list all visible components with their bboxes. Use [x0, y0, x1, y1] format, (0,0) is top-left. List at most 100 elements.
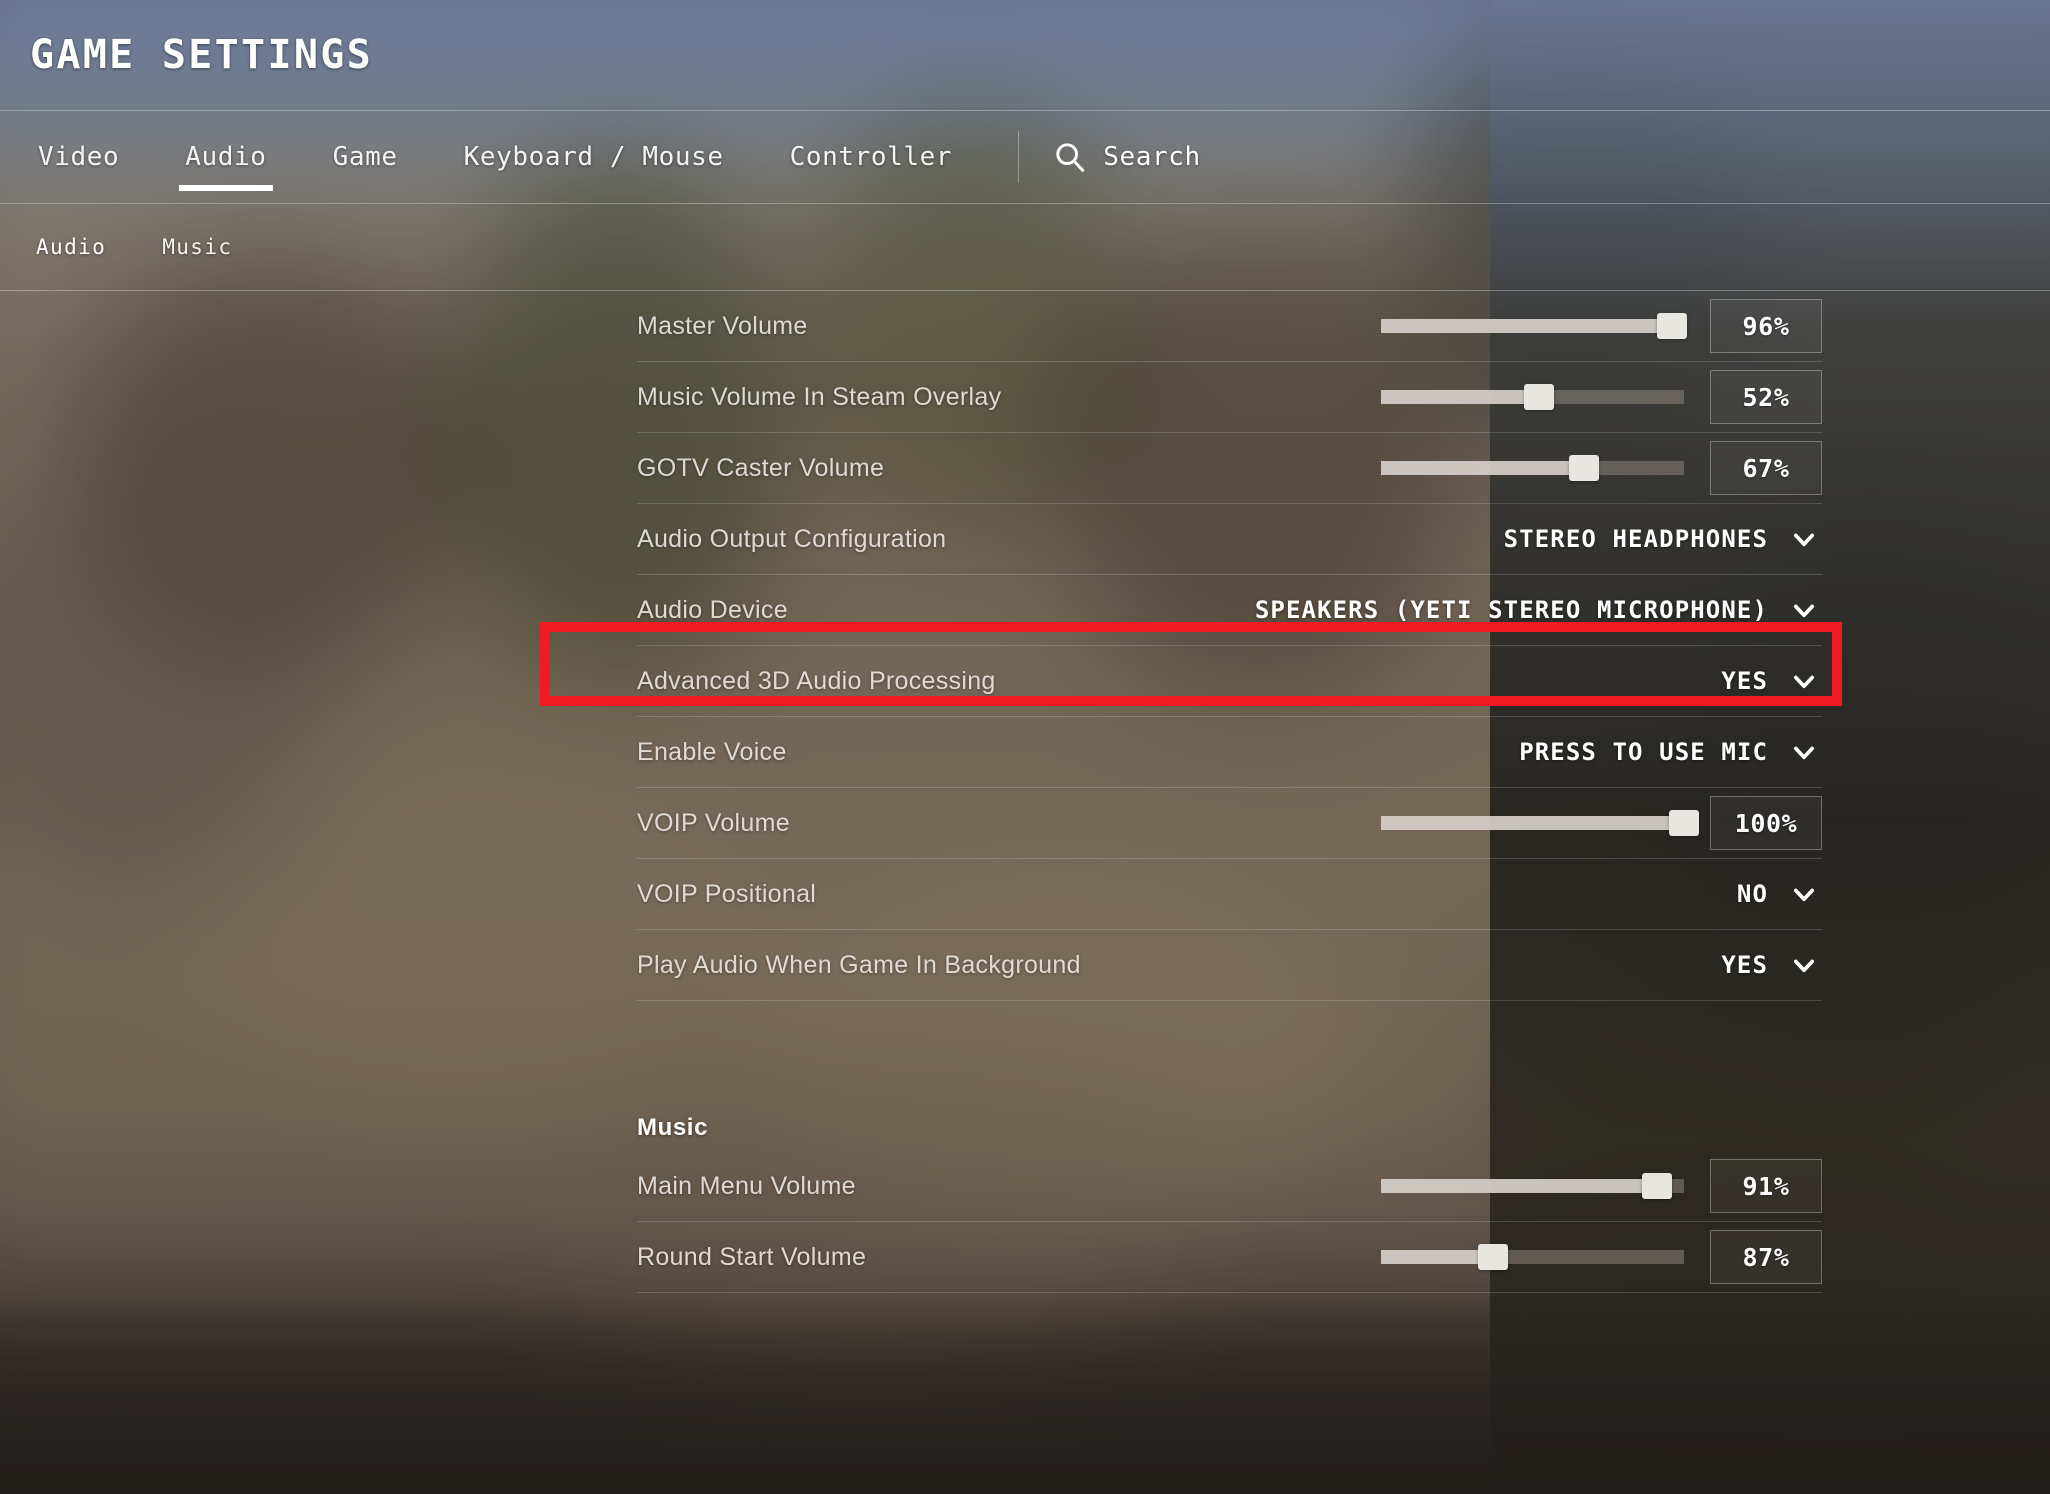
setting-row-music-volume-in-steam-overlay[interactable]: Music Volume In Steam Overlay 52% — [637, 362, 1822, 433]
slider-knob[interactable] — [1523, 384, 1554, 410]
dropdown-value: STEREO HEADPHONES — [1503, 525, 1768, 553]
setting-label: GOTV Caster Volume — [637, 453, 885, 482]
value-text: 100% — [1734, 808, 1798, 838]
chevron-down-icon — [1793, 604, 1815, 618]
value-text: 52% — [1742, 382, 1790, 412]
setting-row-main-menu-volume[interactable]: Main Menu Volume 91% — [637, 1151, 1822, 1222]
dropdown-value: YES — [1721, 667, 1768, 695]
slider-fill — [1381, 461, 1584, 475]
dropdown-enable-voice[interactable]: PRESS TO USE MIC — [1519, 738, 1822, 766]
setting-row-play-audio-when-game-in-background[interactable]: Play Audio When Game In Background YES — [637, 930, 1822, 1001]
slider-round-start-volume[interactable] — [1381, 1244, 1684, 1270]
dropdown-voip-positional[interactable]: NO — [1737, 880, 1822, 908]
value-box-music-volume-in-steam-overlay[interactable]: 52% — [1710, 370, 1822, 424]
setting-control: 52% — [1381, 370, 1822, 424]
value-text: 87% — [1742, 1242, 1790, 1272]
slider-fill — [1381, 390, 1539, 404]
search-button[interactable]: Search — [1053, 110, 1201, 203]
page-title: GAME SETTINGS — [30, 32, 373, 78]
chevron-down-icon — [1793, 746, 1815, 760]
setting-row-round-start-volume[interactable]: Round Start Volume 87% — [637, 1222, 1822, 1293]
tab-separator — [1018, 130, 1020, 183]
slider-voip-volume[interactable] — [1381, 810, 1699, 836]
value-text: 67% — [1742, 453, 1790, 483]
slider-gotv-caster-volume[interactable] — [1381, 455, 1684, 481]
section-heading-music: Music — [637, 1073, 1822, 1151]
main-tab-bar: Video Audio Game Keyboard / Mouse Contro… — [0, 110, 2050, 203]
value-text: 91% — [1742, 1171, 1790, 1201]
setting-row-master-volume[interactable]: Master Volume 96% — [637, 291, 1822, 362]
subtab-music[interactable]: Music — [162, 235, 232, 259]
section-heading-label: Music — [637, 1114, 709, 1141]
value-box-voip-volume[interactable]: 100% — [1710, 796, 1822, 850]
setting-control: NO — [1737, 880, 1822, 908]
setting-label: Music Volume In Steam Overlay — [637, 382, 1002, 411]
setting-label: Audio Device — [637, 595, 788, 624]
tab-audio[interactable]: Audio — [179, 110, 273, 203]
setting-label: Audio Output Configuration — [637, 524, 947, 553]
slider-knob[interactable] — [1478, 1244, 1509, 1270]
settings-rows: Master Volume 96% Music Volume In Steam Ov… — [637, 291, 1822, 1293]
setting-control: YES — [1721, 667, 1822, 695]
slider-knob[interactable] — [1569, 455, 1599, 481]
setting-row-voip-positional[interactable]: VOIP Positional NO — [637, 859, 1822, 930]
setting-label: Main Menu Volume — [637, 1171, 856, 1200]
setting-label: Round Start Volume — [637, 1242, 867, 1271]
dropdown-audio-device[interactable]: SPEAKERS (YETI STEREO MICROPHONE) — [1255, 596, 1822, 624]
dropdown-advanced-3d-audio-processing[interactable]: YES — [1721, 667, 1822, 695]
setting-control: 100% — [1381, 796, 1822, 850]
setting-label: Master Volume — [637, 311, 808, 340]
dropdown-play-audio-when-game-in-background[interactable]: YES — [1721, 951, 1822, 979]
slider-main-menu-volume[interactable] — [1381, 1173, 1684, 1199]
value-box-main-menu-volume[interactable]: 91% — [1710, 1159, 1822, 1213]
slider-knob[interactable] — [1641, 1173, 1672, 1199]
dropdown-value: SPEAKERS (YETI STEREO MICROPHONE) — [1254, 596, 1768, 624]
setting-control: 87% — [1381, 1230, 1822, 1284]
chevron-down-icon — [1793, 888, 1815, 902]
setting-row-voip-volume[interactable]: VOIP Volume 100% — [637, 788, 1822, 859]
settings-list[interactable]: Master Volume 96% Music Volume In Steam Ov… — [0, 291, 2050, 1494]
subtab-audio[interactable]: Audio — [36, 235, 106, 259]
slider-fill — [1381, 1179, 1657, 1193]
title-bar: GAME SETTINGS — [0, 0, 2050, 110]
setting-row-audio-output-configuration[interactable]: Audio Output Configuration STEREO HEADPHO… — [637, 504, 1822, 575]
slider-knob[interactable] — [1669, 810, 1699, 836]
value-box-round-start-volume[interactable]: 87% — [1710, 1230, 1822, 1284]
chevron-down-icon — [1793, 533, 1815, 547]
setting-control: STEREO HEADPHONES — [1504, 525, 1822, 553]
dropdown-audio-output-configuration[interactable]: STEREO HEADPHONES — [1504, 525, 1822, 553]
game-settings-screen: GAME SETTINGS Video Audio Game Keyboard … — [0, 0, 2050, 1494]
tab-keyboard-mouse[interactable]: Keyboard / Mouse — [458, 110, 730, 203]
value-box-master-volume[interactable]: 96% — [1710, 299, 1822, 353]
value-text: 96% — [1742, 311, 1790, 341]
slider-knob[interactable] — [1656, 313, 1687, 339]
setting-control: 96% — [1381, 299, 1822, 353]
setting-label: VOIP Positional — [637, 879, 817, 908]
search-icon — [1056, 142, 1085, 172]
sub-tab-bar: Audio Music — [0, 204, 2050, 290]
setting-label: Play Audio When Game In Background — [637, 950, 1081, 979]
setting-control: 67% — [1381, 441, 1822, 495]
tab-video[interactable]: Video — [32, 110, 125, 203]
setting-control: PRESS TO USE MIC — [1519, 738, 1822, 766]
slider-fill — [1381, 816, 1684, 830]
setting-row-audio-device[interactable]: Audio Device SPEAKERS (YETI STEREO MICROP… — [637, 575, 1822, 646]
setting-control: SPEAKERS (YETI STEREO MICROPHONE) — [1255, 596, 1822, 624]
setting-row-gotv-caster-volume[interactable]: GOTV Caster Volume 67% — [637, 433, 1822, 504]
value-box-gotv-caster-volume[interactable]: 67% — [1710, 441, 1822, 495]
tab-game[interactable]: Game — [327, 110, 404, 203]
setting-row-enable-voice[interactable]: Enable Voice PRESS TO USE MIC — [637, 717, 1822, 788]
setting-label: VOIP Volume — [637, 808, 790, 837]
setting-control: 91% — [1381, 1159, 1822, 1213]
slider-music-volume-in-steam-overlay[interactable] — [1381, 384, 1684, 410]
dropdown-value: PRESS TO USE MIC — [1519, 738, 1768, 766]
setting-label: Enable Voice — [637, 737, 787, 766]
slider-fill — [1381, 1250, 1494, 1264]
setting-row-advanced-3d-audio-processing[interactable]: Advanced 3D Audio Processing YES — [637, 646, 1822, 717]
chevron-down-icon — [1793, 959, 1815, 973]
slider-master-volume[interactable] — [1381, 313, 1687, 339]
chevron-down-icon — [1793, 675, 1815, 689]
tab-controller[interactable]: Controller — [784, 110, 959, 203]
slider-fill — [1381, 319, 1672, 333]
